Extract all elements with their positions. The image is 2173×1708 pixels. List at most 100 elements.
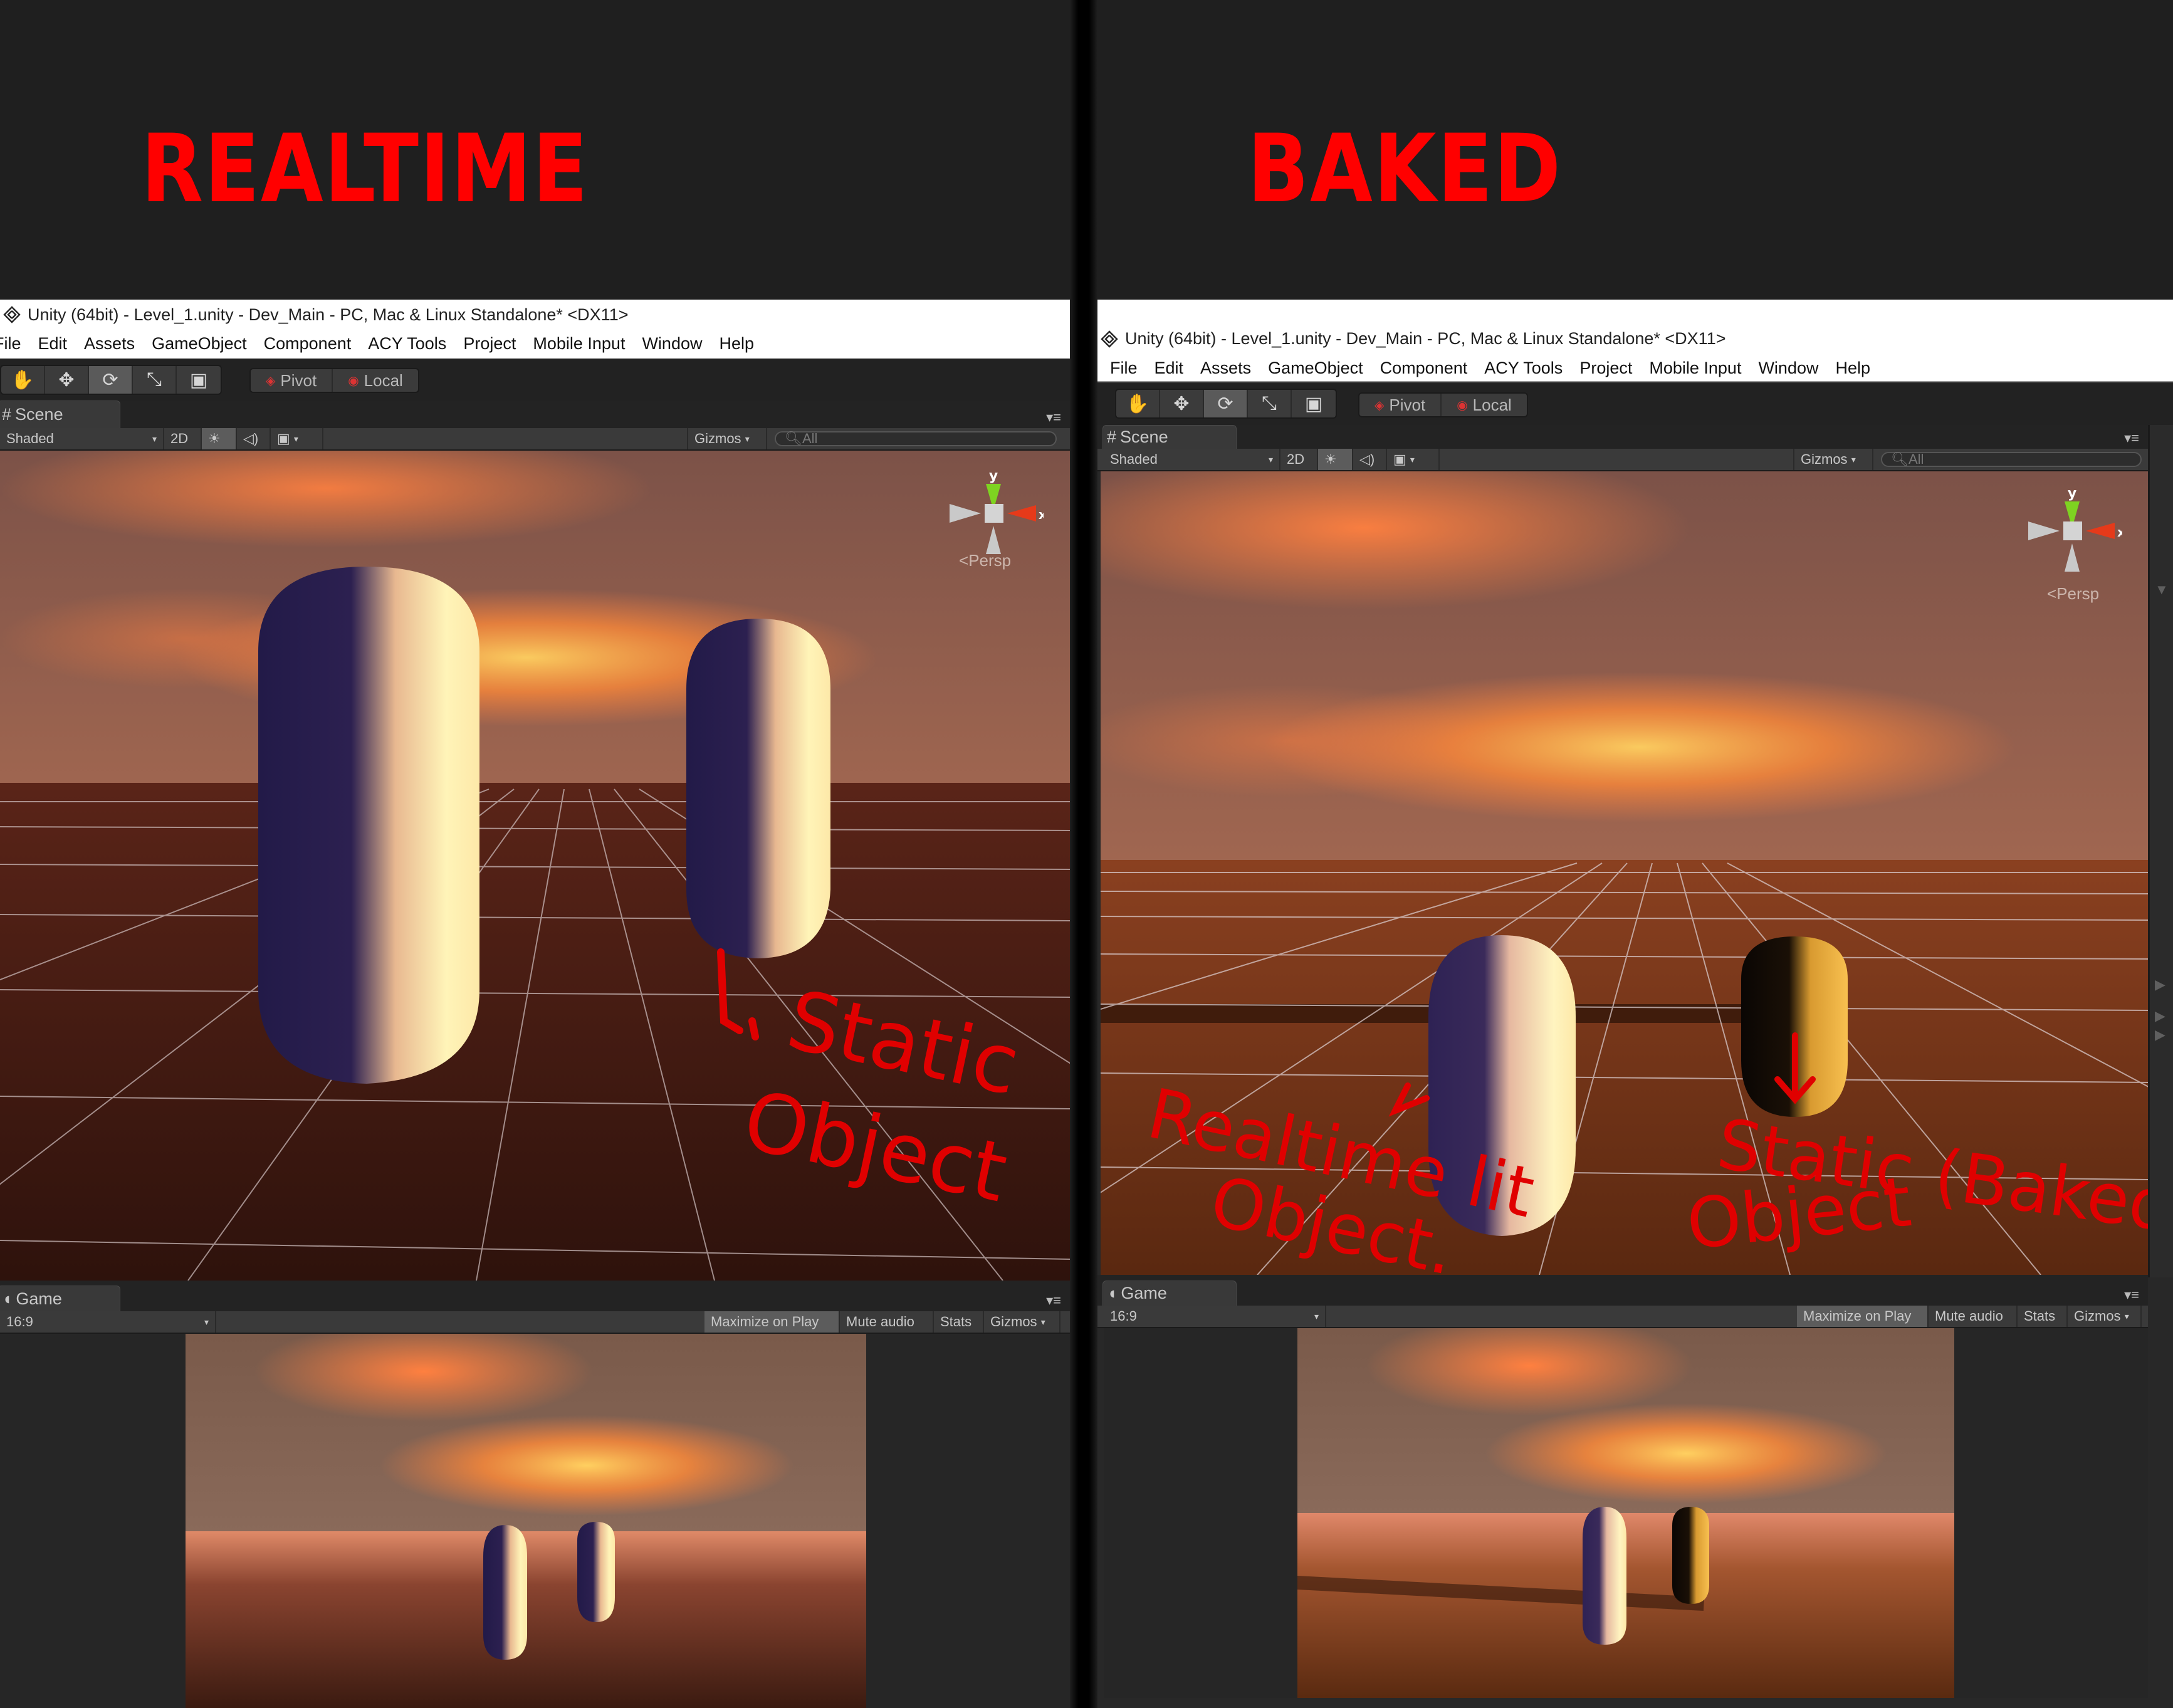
search-icon: 🔍︎ [785,431,802,446]
tab-game[interactable]: ◖ Game [0,1286,120,1311]
audio-toggle[interactable]: ◁) [237,428,271,449]
menu-help[interactable]: Help [1835,359,1870,378]
rotate-tool-button[interactable]: ⟳ [89,366,133,394]
mute-audio-toggle[interactable]: Mute audio [1929,1306,2018,1327]
menu-component[interactable]: Component [264,334,352,354]
aspect-dropdown[interactable]: 16:9 ▾ [1104,1306,1326,1327]
window-title: Unity (64bit) - Level_1.unity - Dev_Main… [28,305,629,324]
lighting-toggle[interactable]: ☀ [202,428,237,449]
maximize-on-play-toggle[interactable]: Maximize on Play [704,1311,840,1333]
stats-toggle[interactable]: Stats [2018,1306,2068,1327]
persp-label[interactable]: <Persp [959,551,1011,570]
chevron-down-icon: ▾ [293,433,298,444]
menu-acy-tools[interactable]: ACY Tools [368,334,446,354]
comparison-divider [1070,0,1097,1708]
lighting-toggle[interactable]: ☀ [1318,449,1353,470]
image-icon: ▣ [277,431,290,446]
menu-acy-tools[interactable]: ACY Tools [1484,359,1563,378]
capsule-static [686,619,830,958]
menu-file[interactable]: File [0,334,21,354]
game-view[interactable] [0,1334,1070,1708]
hand-tool-button[interactable]: ✋ [1116,390,1160,417]
unity-window-baked: Unity (64bit) - Level_1.unity - Dev_Main… [1097,300,2173,1708]
tab-game[interactable]: ◖ Game [1102,1281,1237,1306]
tab-scene[interactable]: # Scene [0,401,120,428]
mute-label: Mute audio [1935,1308,2003,1324]
menu-mobile-input[interactable]: Mobile Input [1649,359,1741,378]
collapse-arrow-icon[interactable]: ▶ [2155,977,2165,993]
scale-tool-button[interactable]: ⤡ [133,366,177,394]
hierarchy-search-input[interactable]: 🔍︎ All [1881,451,2142,467]
hand-tool-button[interactable]: ✋ [1,366,45,394]
rotate-icon: ⟳ [1217,393,1233,414]
pivot-button[interactable]: ◈ Pivot [1359,394,1442,416]
rect-tool-button[interactable]: ▣ [177,366,221,394]
axis-y-label: y [2068,486,2076,501]
persp-text: Persp [968,551,1012,570]
move-tool-button[interactable]: ✥ [45,366,89,394]
panel-menu-icon[interactable]: ▾≡ [1046,409,1061,426]
axis-y-label: y [989,468,998,484]
2d-toggle[interactable]: 2D [164,428,202,449]
panel-menu-icon[interactable]: ▾≡ [2124,1287,2139,1303]
rect-icon: ▣ [1304,393,1323,414]
local-label: Local [364,370,403,390]
axis-neg-y-cone [2065,543,2080,572]
menu-window[interactable]: Window [642,334,702,354]
axis-neg-y-cone [986,526,1001,554]
collapse-arrow-icon[interactable]: ▶ [2155,1008,2165,1024]
local-button[interactable]: ◉ Local [333,369,418,392]
gizmos-dropdown[interactable]: Gizmos ▾ [687,428,767,449]
persp-label[interactable]: <Persp [2047,584,2099,604]
pivot-button[interactable]: ◈ Pivot [251,369,333,392]
scene-viewport[interactable]: y x <Persp Realtime lit Object. Static (… [1101,471,2148,1275]
menu-gameobject[interactable]: GameObject [152,334,247,354]
move-tool-button[interactable]: ✥ [1160,390,1204,417]
local-button[interactable]: ◉ Local [1442,394,1527,416]
axis-neg-x-cone [950,504,981,523]
menu-help[interactable]: Help [719,334,754,354]
gizmos-dropdown[interactable]: Gizmos ▾ [1793,449,1873,470]
mute-audio-toggle[interactable]: Mute audio [840,1311,934,1333]
menu-assets[interactable]: Assets [1200,359,1251,378]
game-gizmos-dropdown[interactable]: Gizmos ▾ [2068,1306,2142,1327]
menu-project[interactable]: Project [1579,359,1632,378]
menu-project[interactable]: Project [463,334,516,354]
menu-mobile-input[interactable]: Mobile Input [533,334,625,354]
scene-viewport[interactable]: y x <Persp Static Object [0,451,1070,1281]
scene-toolbar: Shaded ▾ 2D ☀ ◁) ▣ ▾ Gizmos ▾ 🔍︎ All [0,428,1070,451]
scale-tool-button[interactable]: ⤡ [1248,390,1292,417]
menu-file[interactable]: File [1110,359,1138,378]
game-gizmos-dropdown[interactable]: Gizmos ▾ [984,1311,1060,1333]
collapse-arrow-icon[interactable]: ▶ [2155,1027,2165,1043]
game-tab-label: Game [1121,1284,1167,1302]
rect-tool-button[interactable]: ▣ [1292,390,1336,417]
aspect-dropdown[interactable]: 16:9 ▾ [0,1311,216,1333]
panel-menu-icon[interactable]: ▾≡ [2124,430,2139,446]
expand-arrow-icon[interactable]: ▼ [2155,582,2169,598]
panel-menu-icon[interactable]: ▾≡ [1046,1292,1061,1309]
effects-dropdown[interactable]: ▣ ▾ [271,428,323,449]
audio-toggle[interactable]: ◁) [1353,449,1387,470]
menu-assets[interactable]: Assets [84,334,135,354]
menu-component[interactable]: Component [1380,359,1468,378]
stats-toggle[interactable]: Stats [934,1311,984,1333]
scene-orientation-gizmo[interactable]: y x [943,466,1044,592]
transform-tools: ✋ ✥ ⟳ ⤡ ▣ [1115,389,1337,419]
chevron-down-icon: ▾ [1268,454,1273,464]
game-view[interactable] [1104,1328,2148,1698]
menu-edit[interactable]: Edit [1155,359,1184,378]
maximize-on-play-toggle[interactable]: Maximize on Play [1797,1306,1929,1327]
menu-edit[interactable]: Edit [38,334,68,354]
hierarchy-search-input[interactable]: 🔍︎ All [775,431,1057,446]
effects-dropdown[interactable]: ▣ ▾ [1387,449,1440,470]
draw-mode-dropdown[interactable]: Shaded ▾ [1104,449,1280,470]
menu-gameobject[interactable]: GameObject [1268,359,1363,378]
tab-scene[interactable]: # Scene [1102,425,1237,449]
draw-mode-dropdown[interactable]: Shaded ▾ [0,428,164,449]
2d-toggle[interactable]: 2D [1280,449,1318,470]
menu-window[interactable]: Window [1758,359,1818,378]
game-capsule-static-baked [1672,1507,1709,1604]
rotate-tool-button[interactable]: ⟳ [1204,390,1248,417]
cloud [1485,1403,1887,1504]
